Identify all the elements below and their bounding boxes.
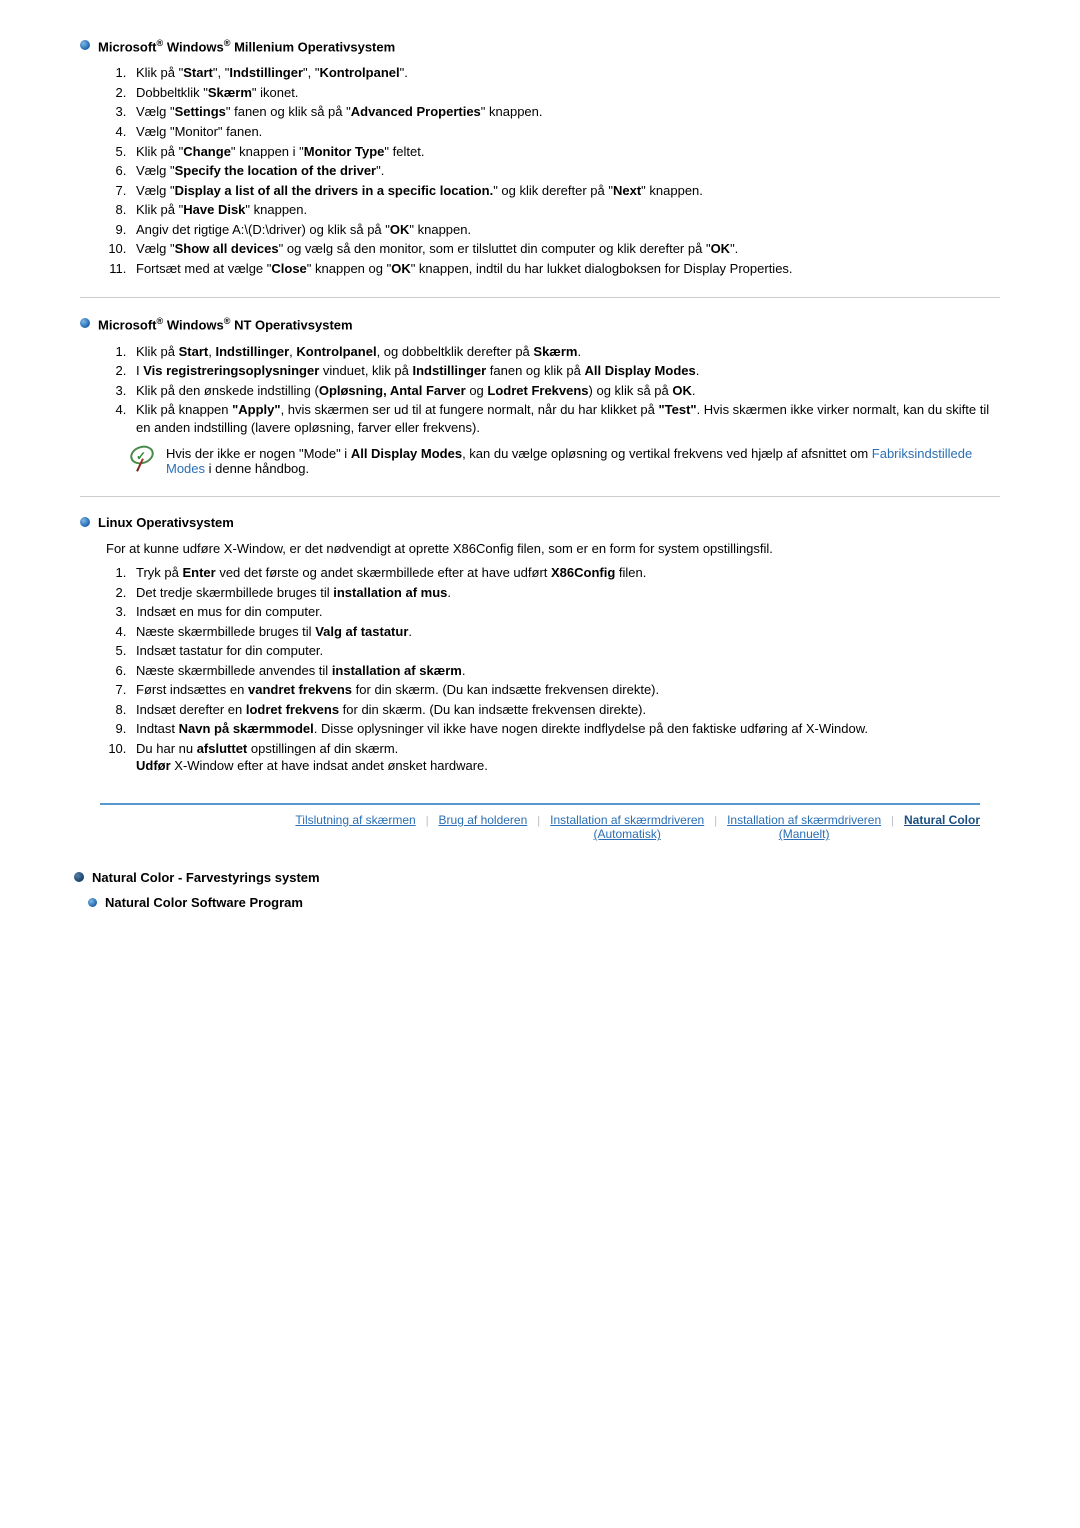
list-item: Klik på Start, Indstillinger, Kontrolpan…: [130, 343, 1000, 361]
bullet-icon: [88, 898, 97, 907]
list-item: Først indsættes en vandret frekvens for …: [130, 681, 1000, 699]
list-item: Vælg "Monitor" fanen.: [130, 123, 1000, 141]
bullet-icon: [74, 872, 84, 882]
list-item: Klik på knappen "Apply", hvis skærmen se…: [130, 401, 1000, 436]
footer-separator: |: [891, 815, 894, 827]
list-item: Dobbeltklik "Skærm" ikonet.: [130, 84, 1000, 102]
list-item: Tryk på Enter ved det første og andet sk…: [130, 564, 1000, 582]
footer-link[interactable]: Tilslutning af skærmen: [295, 813, 415, 827]
list-item: Vælg "Specify the location of the driver…: [130, 162, 1000, 180]
footer-separator: |: [426, 815, 429, 827]
list-item: Fortsæt med at vælge "Close" knappen og …: [130, 260, 1000, 278]
list-item: Indsæt derefter en lodret frekvens for d…: [130, 701, 1000, 719]
steps-millenium: Klik på "Start", "Indstillinger", "Kontr…: [102, 64, 1000, 277]
bullet-icon: [80, 40, 90, 50]
list-item: Vælg "Show all devices" og vælg så den m…: [130, 240, 1000, 258]
list-item: Du har nu afsluttet opstillingen af din …: [130, 740, 1000, 775]
list-item: I Vis registreringsoplysninger vinduet, …: [130, 362, 1000, 380]
footer-link[interactable]: Installation af skærmdriveren(Manuelt): [727, 813, 881, 842]
linux-intro: For at kunne udføre X-Window, er det nød…: [106, 540, 1000, 558]
footer-nav: Tilslutning af skærmen | Brug af holderen |…: [100, 803, 980, 842]
list-item: Klik på "Start", "Indstillinger", "Kontr…: [130, 64, 1000, 82]
heading-nt: Microsoft® Windows® NT Operativsystem: [80, 316, 1000, 332]
heading-text: Microsoft® Windows® Millenium Operativsy…: [98, 38, 395, 54]
footer-link[interactable]: Natural Color: [904, 813, 980, 827]
list-item: Klik på den ønskede indstilling (Opløsni…: [130, 382, 1000, 400]
note-text: Hvis der ikke er nogen "Mode" i All Disp…: [166, 446, 1000, 476]
thumbtack-icon: ✓: [128, 446, 154, 472]
list-item: Næste skærmbillede anvendes til installa…: [130, 662, 1000, 680]
list-item: Klik på "Have Disk" knappen.: [130, 201, 1000, 219]
list-item: Vælg "Display a list of all the drivers …: [130, 182, 1000, 200]
list-item: Angiv det rigtige A:\(D:\driver) og klik…: [130, 221, 1000, 239]
list-item: Det tredje skærmbillede bruges til insta…: [130, 584, 1000, 602]
bullet-icon: [80, 517, 90, 527]
steps-nt: Klik på Start, Indstillinger, Kontrolpan…: [102, 343, 1000, 437]
divider: [80, 297, 1000, 298]
heading-natural-color: Natural Color - Farvestyrings system: [74, 870, 1000, 885]
list-item: Indtast Navn på skærmmodel. Disse oplysn…: [130, 720, 1000, 738]
subheading-ncs-program: Natural Color Software Program: [88, 895, 1000, 910]
subheading-text: Natural Color Software Program: [105, 895, 303, 910]
footer-link[interactable]: Installation af skærmdriveren(Automatisk…: [550, 813, 704, 842]
list-item: Vælg "Settings" fanen og klik så på "Adv…: [130, 103, 1000, 121]
heading-text: Natural Color - Farvestyrings system: [92, 870, 320, 885]
footer-separator: |: [714, 815, 717, 827]
list-item: Indsæt tastatur for din computer.: [130, 642, 1000, 660]
divider: [80, 496, 1000, 497]
list-item: Klik på "Change" knappen i "Monitor Type…: [130, 143, 1000, 161]
heading-linux: Linux Operativsystem: [80, 515, 1000, 530]
heading-text: Microsoft® Windows® NT Operativsystem: [98, 316, 353, 332]
list-item: Næste skærmbillede bruges til Valg af ta…: [130, 623, 1000, 641]
heading-millenium: Microsoft® Windows® Millenium Operativsy…: [80, 38, 1000, 54]
heading-text: Linux Operativsystem: [98, 515, 234, 530]
bullet-icon: [80, 318, 90, 328]
note-row: ✓ Hvis der ikke er nogen "Mode" i All Di…: [128, 446, 1000, 476]
list-item: Indsæt en mus for din computer.: [130, 603, 1000, 621]
footer-link[interactable]: Brug af holderen: [439, 813, 528, 827]
footer-separator: |: [537, 815, 540, 827]
steps-linux: Tryk på Enter ved det første og andet sk…: [102, 564, 1000, 775]
